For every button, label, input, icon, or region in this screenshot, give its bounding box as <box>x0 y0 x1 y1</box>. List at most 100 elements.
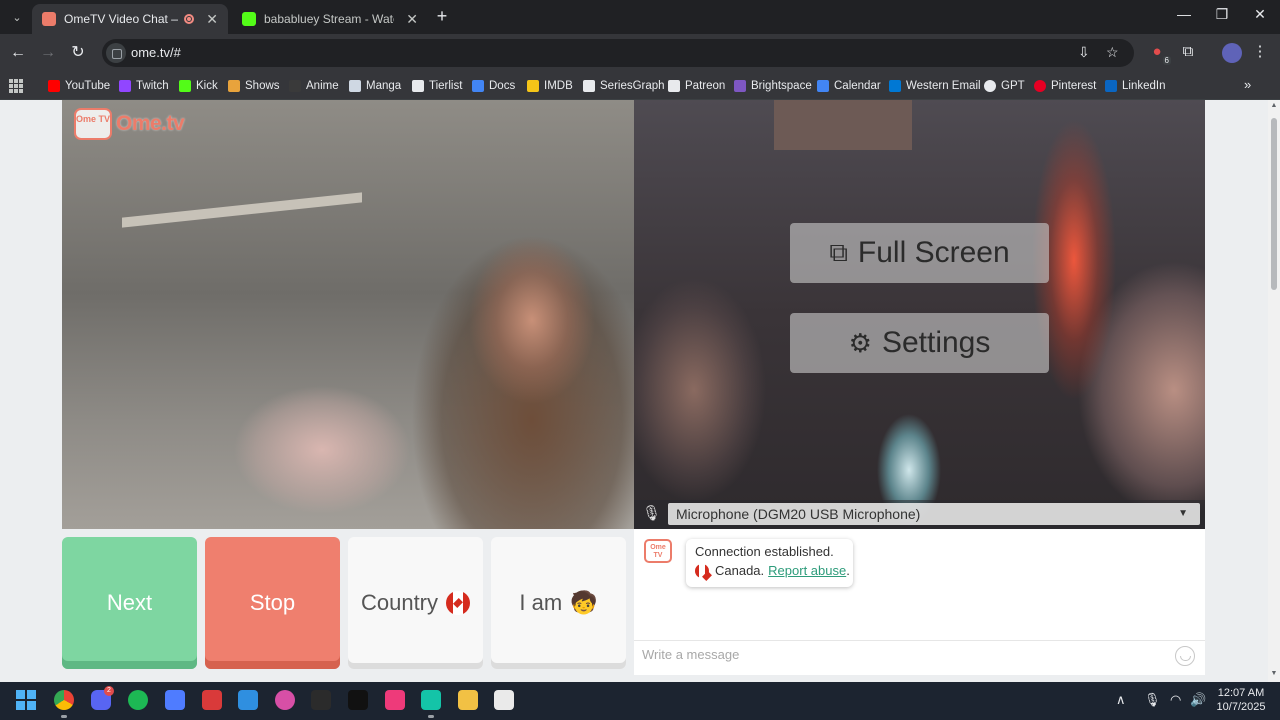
app-teal-icon[interactable] <box>421 690 441 710</box>
tab-kick-stream[interactable]: bababluey Stream - Watch Live ✕ <box>232 4 428 34</box>
active-indicator <box>61 715 67 718</box>
twitch-icon <box>119 80 131 92</box>
bookmark-twitch[interactable]: Twitch <box>119 77 169 95</box>
kick-icon <box>179 80 191 92</box>
clock-date: 10/7/2025 <box>1216 701 1266 713</box>
bookmark-manga[interactable]: Manga <box>349 77 401 95</box>
bookmark-linkedin[interactable]: LinkedIn <box>1105 77 1165 95</box>
bookmark-kick[interactable]: Kick <box>179 77 218 95</box>
tiktok-studio-icon[interactable] <box>385 690 405 710</box>
photos-icon[interactable] <box>238 690 258 710</box>
windows-start-icon[interactable] <box>16 690 36 710</box>
address-bar[interactable]: ome.tv/# ⇩ ☆ <box>102 39 1134 67</box>
pinterest-icon <box>1034 80 1046 92</box>
tiktok-icon[interactable] <box>348 690 368 710</box>
bookmark-label: LinkedIn <box>1122 80 1166 92</box>
wifi-icon[interactable]: ◠ <box>1170 692 1181 708</box>
bookmark-tierlist[interactable]: Tierlist <box>412 77 462 95</box>
capcut-editor-icon[interactable] <box>494 690 514 710</box>
tab-ometv[interactable]: OmeTV Video Chat — Ome ✕ <box>32 4 228 34</box>
menu-kebab-icon[interactable]: ⋮ <box>1250 42 1270 62</box>
shelf-decoration <box>122 192 362 228</box>
canada-flag-icon <box>446 591 471 615</box>
spotify-icon[interactable] <box>128 690 148 710</box>
settings-button[interactable]: ⚙ Settings <box>790 313 1049 373</box>
tray-overflow-icon[interactable]: ∧ <box>1116 692 1126 708</box>
anime-icon <box>289 80 301 92</box>
microphone-tray-icon[interactable]: 🎙 <box>1144 692 1161 708</box>
chrome-icon[interactable] <box>54 690 74 710</box>
bookmark-gpt[interactable]: GPT <box>984 77 1025 95</box>
bookmark-seriesgraph[interactable]: SeriesGraph <box>583 77 665 95</box>
bookmark-imdb[interactable]: IMDB <box>527 77 573 95</box>
docs-icon <box>472 80 484 92</box>
bookmark-shows[interactable]: Shows <box>228 77 280 95</box>
close-tab-icon[interactable]: ✕ <box>206 11 218 28</box>
extension-icon[interactable]: ● 6 <box>1147 42 1171 65</box>
microphone-value: Microphone (DGM20 USB Microphone) <box>676 506 921 522</box>
bookmark-label: SeriesGraph <box>600 80 665 92</box>
gender-button[interactable]: I am 🧒 <box>491 537 626 669</box>
app-pink-icon[interactable] <box>275 690 295 710</box>
app-icon[interactable] <box>165 690 185 710</box>
bookmark-pinterest[interactable]: Pinterest <box>1034 77 1096 95</box>
gear-icon: ⚙ <box>848 327 872 358</box>
microphone-icon: 🎙 <box>642 505 662 522</box>
install-app-icon[interactable]: ⇩ <box>1078 44 1090 61</box>
clock-time: 12:07 AM <box>1217 687 1265 699</box>
bookmark-youtube[interactable]: YouTube <box>48 77 110 95</box>
bookmark-anime[interactable]: Anime <box>289 77 339 95</box>
clock[interactable]: 12:07 AM 10/7/2025 <box>1208 686 1274 714</box>
close-window-icon[interactable]: ✕ <box>1250 6 1270 23</box>
forward-icon[interactable]: → <box>38 43 58 63</box>
ometv-favicon-icon <box>42 12 56 26</box>
stop-button[interactable]: Stop <box>205 537 340 669</box>
bookmark-western-email[interactable]: Western Email <box>889 77 981 95</box>
manga-icon <box>349 80 361 92</box>
reload-icon[interactable]: ↻ <box>68 43 88 63</box>
more-bookmarks-icon[interactable]: » <box>1244 77 1251 92</box>
scroll-down-icon[interactable]: ▼ <box>1270 670 1278 678</box>
apps-grid-icon[interactable] <box>9 79 23 93</box>
bookmark-label: Brightspace <box>751 80 812 92</box>
page-scrollbar[interactable]: ▲ ▼ <box>1268 100 1280 682</box>
game-app-icon[interactable] <box>202 690 222 710</box>
country-button[interactable]: Country <box>348 537 483 669</box>
outlook-icon <box>889 80 901 92</box>
bookmark-star-icon[interactable]: ☆ <box>1106 44 1119 61</box>
minimize-icon[interactable]: — <box>1174 6 1194 22</box>
url-text[interactable]: ome.tv/# <box>131 45 181 60</box>
new-tab-button[interactable]: + <box>432 6 452 26</box>
tab-search-button[interactable]: ⌄ <box>6 6 28 28</box>
microphone-select[interactable]: Microphone (DGM20 USB Microphone) ▼ <box>668 503 1200 525</box>
recording-icon <box>184 14 195 24</box>
next-label: Next <box>106 590 153 615</box>
restore-icon[interactable]: ❐ <box>1212 6 1232 23</box>
message-input[interactable]: Write a message <box>642 647 1162 662</box>
bookmark-docs[interactable]: Docs <box>472 77 515 95</box>
boy-emoji-icon: 🧒 <box>570 590 598 615</box>
report-abuse-link[interactable]: Report abuse <box>768 563 846 578</box>
close-tab-icon[interactable]: ✕ <box>406 11 418 28</box>
bookmark-brightspace[interactable]: Brightspace <box>734 77 812 95</box>
ometv-logo-text: Ome.tv <box>116 112 185 135</box>
volume-icon[interactable]: 🔊 <box>1190 692 1206 708</box>
canada-flag-icon <box>695 563 709 578</box>
local-video <box>62 100 634 529</box>
site-info-icon[interactable] <box>106 43 126 63</box>
file-explorer-icon[interactable] <box>458 690 478 710</box>
bookmark-label: Western Email <box>906 80 981 92</box>
back-icon[interactable]: ← <box>8 43 28 63</box>
capcut-icon[interactable] <box>311 690 331 710</box>
scroll-thumb[interactable] <box>1271 118 1277 290</box>
extensions-puzzle-icon[interactable]: ⧉ <box>1178 42 1198 62</box>
profile-avatar[interactable] <box>1222 43 1242 63</box>
next-button[interactable]: Next <box>62 537 197 669</box>
ometv-chat-logo-icon: Ome TV <box>644 539 672 563</box>
bookmark-patreon[interactable]: Patreon <box>668 77 725 95</box>
fullscreen-button[interactable]: ⧉ Full Screen <box>790 223 1049 283</box>
scroll-up-icon[interactable]: ▲ <box>1270 102 1278 110</box>
bookmark-calendar[interactable]: Calendar <box>817 77 881 95</box>
extension-badge: 6 <box>1162 56 1171 65</box>
emoji-smile-icon[interactable] <box>1175 646 1195 666</box>
